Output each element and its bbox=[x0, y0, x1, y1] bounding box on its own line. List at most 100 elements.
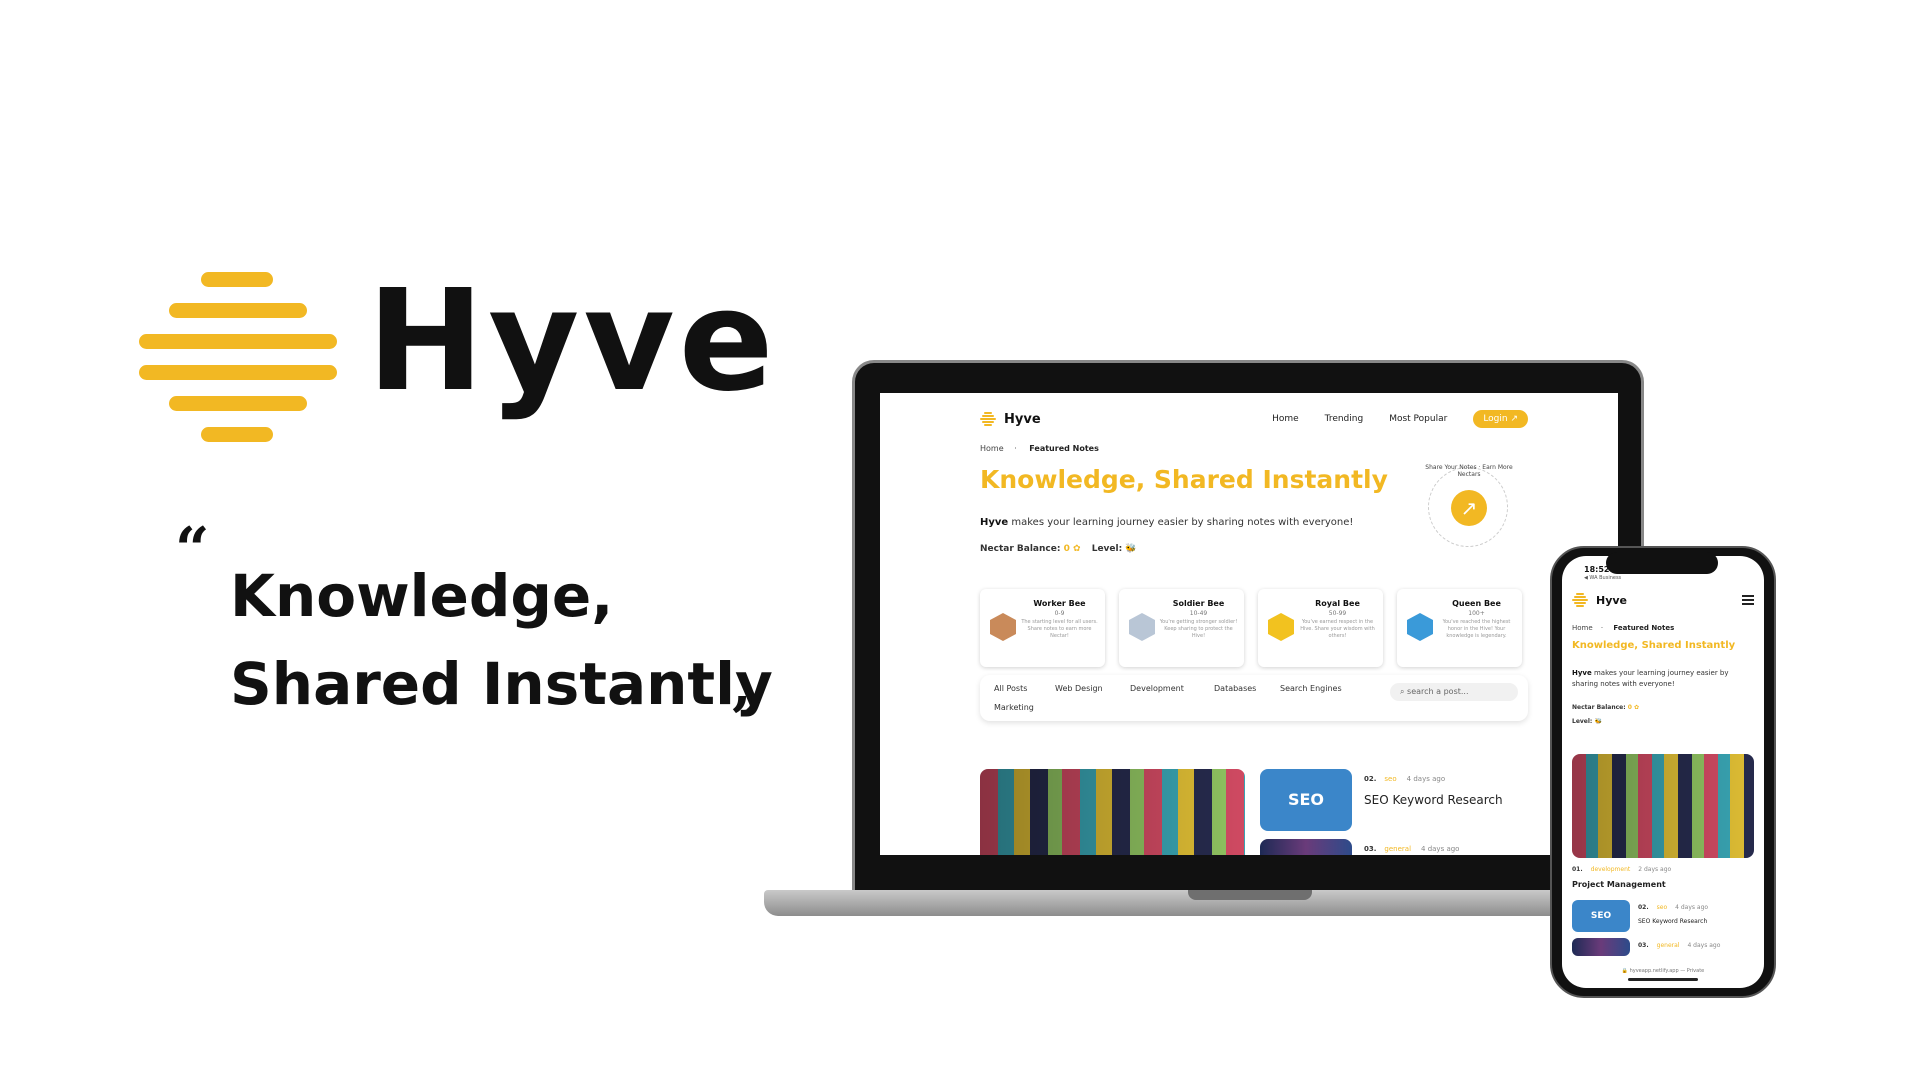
hero-subtitle-text: makes your learning journey easier by sh… bbox=[1572, 669, 1729, 688]
honey-icon: ✿ bbox=[1073, 544, 1081, 554]
nav-link-trending[interactable]: Trending bbox=[1325, 414, 1364, 424]
rank-card-worker-bee[interactable]: Worker Bee 0-9 The starting level for al… bbox=[980, 589, 1105, 667]
breadcrumb: Home · Featured Notes bbox=[1572, 624, 1674, 632]
tagline-line-2: Shared Instantly bbox=[230, 650, 773, 718]
nectar-value: 0 bbox=[1627, 704, 1632, 711]
login-button[interactable]: Login ↗ bbox=[1473, 410, 1528, 428]
rank-card-royal-bee[interactable]: Royal Bee 50-99 You've earned respect in… bbox=[1258, 589, 1383, 667]
post-number: 03. bbox=[1364, 845, 1377, 853]
post-image-general[interactable] bbox=[1572, 938, 1630, 956]
nectar-balance: Nectar Balance: 0 ✿ Level: 🐝 bbox=[980, 544, 1137, 554]
level-label: Level: bbox=[1091, 544, 1123, 554]
tab-development[interactable]: Development bbox=[1130, 684, 1184, 693]
rank-title: Soldier Bee bbox=[1172, 599, 1225, 608]
post-meta: 03. general 4 days ago bbox=[1364, 845, 1459, 853]
nav-link-most-popular[interactable]: Most Popular bbox=[1389, 414, 1447, 424]
hero-subtitle: Hyve makes your learning journey easier … bbox=[1572, 668, 1752, 690]
level: Level: 🐝 bbox=[1572, 718, 1602, 725]
post-number: 03. bbox=[1638, 942, 1649, 949]
post-number: 02. bbox=[1364, 775, 1377, 783]
post-category[interactable]: general bbox=[1657, 942, 1680, 949]
nav-link-home[interactable]: Home bbox=[1272, 414, 1299, 424]
post-title[interactable]: Project Management bbox=[1572, 880, 1666, 889]
hero-subtitle-brand: Hyve bbox=[980, 517, 1009, 528]
rank-card-queen-bee[interactable]: Queen Bee 100+ You've reached the highes… bbox=[1397, 589, 1522, 667]
post-category[interactable]: general bbox=[1384, 845, 1411, 853]
tagline: Knowledge, Shared Instantly bbox=[230, 552, 773, 728]
nav-brand[interactable]: Hyve bbox=[1004, 412, 1041, 427]
breadcrumb-home[interactable]: Home bbox=[980, 444, 1004, 453]
home-indicator[interactable] bbox=[1628, 978, 1698, 981]
hero-title: Knowledge, Shared Instantly bbox=[980, 465, 1388, 494]
post-image-sticky-notes[interactable] bbox=[980, 769, 1245, 855]
category-tabs: All Posts Web Design Development Databas… bbox=[980, 675, 1528, 721]
post-category[interactable]: development bbox=[1591, 866, 1631, 873]
soldier-bee-badge-icon bbox=[1129, 613, 1155, 641]
nav-links: Home Trending Most Popular bbox=[1272, 414, 1447, 424]
laptop-screen: Hyve Home Trending Most Popular Login ↗ … bbox=[880, 393, 1618, 855]
rank-card-soldier-bee[interactable]: Soldier Bee 10-49 You're getting stronge… bbox=[1119, 589, 1244, 667]
tab-search-engines[interactable]: Search Engines bbox=[1280, 684, 1342, 693]
rank-title: Queen Bee bbox=[1452, 599, 1501, 608]
post-image-sticky-notes[interactable] bbox=[1572, 754, 1754, 858]
nectar-balance: Nectar Balance: 0 ✿ bbox=[1572, 704, 1639, 711]
breadcrumb-separator: · bbox=[1600, 624, 1604, 632]
hyve-logo-icon bbox=[1572, 593, 1588, 607]
tab-all-posts[interactable]: All Posts bbox=[994, 684, 1027, 693]
breadcrumb-current: Featured Notes bbox=[1613, 624, 1675, 632]
post-time: 4 days ago bbox=[1675, 904, 1709, 911]
phone-dynamic-island bbox=[1606, 552, 1718, 574]
phone-screen: 18:52 ◀ WA Business Hyve Home · Featured… bbox=[1562, 556, 1764, 988]
rank-range: 100+ bbox=[1468, 610, 1485, 617]
rank-range: 10-49 bbox=[1189, 610, 1208, 617]
post-category[interactable]: seo bbox=[1657, 904, 1668, 911]
hamburger-menu-icon[interactable] bbox=[1742, 593, 1754, 607]
post-image-seo[interactable]: SEO bbox=[1260, 769, 1352, 831]
worker-bee-badge-icon bbox=[990, 613, 1016, 641]
rank-title: Royal Bee bbox=[1315, 599, 1360, 608]
browser-url[interactable]: 🔒 hyveapp.netlify.app — Private bbox=[1562, 968, 1764, 974]
tagline-line-1: Knowledge, bbox=[230, 562, 614, 630]
search-input[interactable]: ⌕ search a post... bbox=[1390, 683, 1518, 701]
post-title[interactable]: SEO Keyword Research bbox=[1638, 918, 1707, 925]
tab-marketing[interactable]: Marketing bbox=[994, 703, 1034, 712]
rank-title: Worker Bee bbox=[1033, 599, 1086, 608]
post-number: 01. bbox=[1572, 866, 1583, 873]
honey-icon: ✿ bbox=[1634, 704, 1640, 711]
breadcrumb-separator: · bbox=[1014, 444, 1017, 453]
nectar-label: Nectar Balance: bbox=[980, 544, 1061, 554]
hero-subtitle-brand: Hyve bbox=[1572, 669, 1592, 677]
hero-title: Knowledge, Shared Instantly bbox=[1572, 640, 1736, 651]
breadcrumb: Home · Featured Notes bbox=[980, 444, 1099, 453]
post-category[interactable]: seo bbox=[1384, 775, 1396, 783]
hero-subtitle: Hyve makes your learning journey easier … bbox=[980, 517, 1353, 528]
post-image-seo[interactable]: SEO bbox=[1572, 900, 1630, 932]
nectar-label: Nectar Balance: bbox=[1572, 704, 1626, 711]
post-image-general[interactable] bbox=[1260, 839, 1352, 855]
laptop-navbar: Hyve Home Trending Most Popular Login ↗ bbox=[980, 407, 1528, 431]
bee-icon: 🐝 bbox=[1594, 718, 1602, 725]
arrow-up-right-icon[interactable]: ↗ bbox=[1451, 490, 1487, 526]
hyve-logo-icon bbox=[980, 412, 996, 426]
post-meta: 02. seo 4 days ago bbox=[1638, 904, 1708, 911]
badge-text: Share Your Notes · Earn More Nectars bbox=[1425, 464, 1513, 478]
rank-cards: Worker Bee 0-9 The starting level for al… bbox=[980, 589, 1522, 667]
post-title[interactable]: SEO Keyword Research bbox=[1364, 793, 1503, 807]
brand-name: Hyve bbox=[367, 260, 778, 423]
bee-icon: 🐝 bbox=[1125, 544, 1137, 554]
rank-range: 50-99 bbox=[1328, 610, 1347, 617]
rank-description: You're getting stronger soldier! Keep sh… bbox=[1159, 619, 1238, 639]
search-placeholder: search a post... bbox=[1407, 687, 1469, 696]
tab-databases[interactable]: Databases bbox=[1214, 684, 1256, 693]
breadcrumb-home[interactable]: Home bbox=[1572, 624, 1593, 632]
rank-description: You've reached the highest honor in the … bbox=[1442, 619, 1511, 639]
phone-navbar: Hyve bbox=[1572, 592, 1754, 608]
post-meta: 01. development 2 days ago bbox=[1572, 866, 1671, 873]
tab-web-design[interactable]: Web Design bbox=[1055, 684, 1103, 693]
breadcrumb-current: Featured Notes bbox=[1029, 444, 1099, 453]
share-notes-badge[interactable]: Share Your Notes · Earn More Nectars ↗ bbox=[1425, 464, 1513, 547]
nav-brand[interactable]: Hyve bbox=[1596, 594, 1627, 607]
rank-range: 0-9 bbox=[1054, 610, 1065, 617]
queen-bee-badge-icon bbox=[1407, 613, 1433, 641]
status-back-app[interactable]: ◀ WA Business bbox=[1584, 575, 1621, 581]
